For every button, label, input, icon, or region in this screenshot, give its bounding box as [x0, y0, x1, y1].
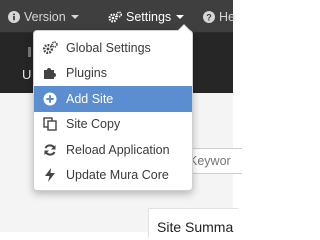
top-nav-bar: Version Settings ? He: [0, 0, 235, 33]
copy-icon: [42, 116, 58, 132]
menu-item-add-site[interactable]: Add Site: [34, 86, 192, 112]
menu-item-reload-application[interactable]: Reload Application: [34, 137, 192, 163]
secondary-nav-label[interactable]: U: [22, 67, 31, 82]
svg-text:?: ?: [206, 12, 212, 22]
bolt-icon: [42, 167, 58, 183]
menu-item-label: Update Mura Core: [66, 168, 169, 183]
refresh-icon: [42, 142, 58, 158]
settings-menu-toggle[interactable]: Settings: [108, 0, 185, 33]
menu-item-label: Plugins: [66, 66, 107, 81]
menu-item-label: Site Copy: [66, 117, 121, 132]
site-summary-title: Site Summa: [157, 219, 234, 235]
plus-circle-icon: [42, 91, 58, 107]
settings-dropdown-menu: Global Settings Plugins Add Site Site Co…: [33, 24, 193, 191]
version-menu-toggle[interactable]: Version: [8, 0, 79, 33]
menu-item-label: Add Site: [66, 91, 114, 106]
chevron-down-icon: [176, 14, 185, 19]
cogs-icon: [108, 11, 122, 23]
help-label: He: [219, 9, 235, 24]
menu-item-site-copy[interactable]: Site Copy: [34, 112, 192, 138]
question-circle-icon: ?: [203, 10, 215, 23]
nav-icon-fragment: [28, 47, 31, 57]
menu-item-label: Global Settings: [66, 40, 151, 55]
settings-label: Settings: [126, 9, 172, 24]
menu-item-label: Reload Application: [66, 142, 170, 157]
menu-item-plugins[interactable]: Plugins: [34, 61, 192, 87]
cogs-icon: [42, 40, 58, 56]
version-label: Version: [24, 9, 66, 24]
puzzle-icon: [42, 65, 58, 81]
help-menu-toggle[interactable]: ? He: [203, 0, 235, 33]
info-circle-icon: [8, 10, 20, 23]
chevron-down-icon: [70, 14, 79, 19]
menu-item-update-mura-core[interactable]: Update Mura Core: [34, 163, 192, 189]
site-summary-panel: Site Summa: [148, 208, 238, 238]
menu-item-global-settings[interactable]: Global Settings: [34, 35, 192, 61]
